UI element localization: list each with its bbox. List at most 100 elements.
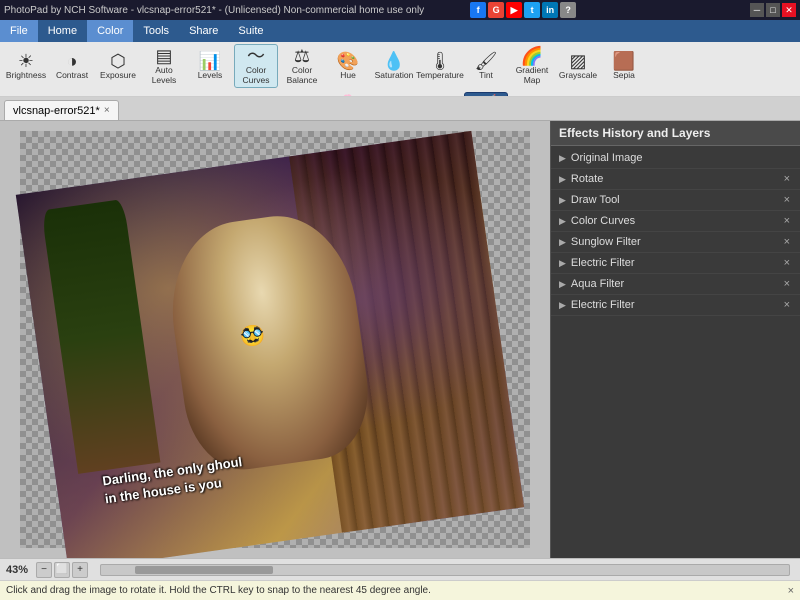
menu-tools[interactable]: Tools <box>133 20 179 42</box>
menu-bar: File Home Color Tools Share Suite <box>0 20 800 42</box>
effect-close-button[interactable]: × <box>782 257 792 269</box>
hint-close-button[interactable]: × <box>788 585 794 597</box>
help-icon[interactable]: ? <box>560 2 576 18</box>
effect-name: Sunglow Filter <box>571 236 782 248</box>
color-curves-label: Color Curves <box>237 66 275 85</box>
google-icon[interactable]: G <box>488 2 504 18</box>
zoom-reset-button[interactable]: ⬜ <box>54 562 70 578</box>
main-area: 🥸 Darling, the only ghoul in the house i… <box>0 121 800 558</box>
effect-name: Rotate <box>571 173 782 185</box>
zoom-out-button[interactable]: − <box>36 562 52 578</box>
gradient-map-button[interactable]: 🌈 Gradient Map <box>510 44 554 88</box>
effect-arrow-icon: ▶ <box>559 174 566 185</box>
window-controls: ─ □ ✕ <box>750 3 796 17</box>
effect-aqua-filter[interactable]: ▶ Aqua Filter × <box>551 274 800 295</box>
effect-arrow-icon: ▶ <box>559 237 566 248</box>
sepia-icon: 🟫 <box>613 52 635 70</box>
effect-name: Aqua Filter <box>571 278 782 290</box>
contrast-icon: ◑ <box>67 52 78 70</box>
color-curves-button[interactable]: 〜 Color Curves <box>234 44 278 88</box>
effect-arrow-icon: ▶ <box>559 195 566 206</box>
auto-levels-button[interactable]: ▤ Auto Levels <box>142 44 186 88</box>
grayscale-icon: ▨ <box>569 52 586 70</box>
toolbar: ☀ Brightness ◑ Contrast ⬡ Exposure ▤ Aut… <box>0 42 800 97</box>
effect-close-button[interactable]: × <box>782 194 792 206</box>
saturation-button[interactable]: 💧 Saturation <box>372 44 416 88</box>
effect-draw-tool[interactable]: ▶ Draw Tool × <box>551 190 800 211</box>
hue-label: Hue <box>340 71 356 80</box>
linkedin-icon[interactable]: in <box>542 2 558 18</box>
gradient-map-label: Gradient Map <box>513 66 551 85</box>
auto-levels-label: Auto Levels <box>145 66 183 85</box>
title-bar-text: PhotoPad by NCH Software - vlcsnap-error… <box>4 5 424 16</box>
brightness-button[interactable]: ☀ Brightness <box>4 44 48 88</box>
effects-list: ▶ Original Image ▶ Rotate × ▶ Draw Tool … <box>551 146 800 558</box>
tint-button[interactable]: 🖌 Tint <box>464 44 508 88</box>
image-tab[interactable]: vlcsnap-error521* × <box>4 100 119 120</box>
menu-color[interactable]: Color <box>87 20 133 42</box>
effect-sunglow-filter[interactable]: ▶ Sunglow Filter × <box>551 232 800 253</box>
horizontal-scrollbar[interactable] <box>100 564 790 576</box>
levels-label: Levels <box>198 71 223 80</box>
effect-rotate[interactable]: ▶ Rotate × <box>551 169 800 190</box>
close-button[interactable]: ✕ <box>782 3 796 17</box>
maximize-button[interactable]: □ <box>766 3 780 17</box>
color-balance-label: Color Balance <box>283 66 321 85</box>
auto-levels-icon: ▤ <box>155 47 172 65</box>
contrast-button[interactable]: ◑ Contrast <box>50 44 94 88</box>
facebook-icon[interactable]: f <box>470 2 486 18</box>
effect-electric-filter-2[interactable]: ▶ Electric Filter × <box>551 295 800 316</box>
zoom-level: 43% <box>6 564 28 576</box>
grayscale-button[interactable]: ▨ Grayscale <box>556 44 600 88</box>
menu-share[interactable]: Share <box>179 20 228 42</box>
hue-icon: 🎨 <box>337 52 359 70</box>
effect-close-button[interactable]: × <box>782 215 792 227</box>
effect-close-button[interactable]: × <box>782 173 792 185</box>
hint-bar: Click and drag the image to rotate it. H… <box>0 580 800 600</box>
menu-home[interactable]: Home <box>38 20 87 42</box>
effect-close-button[interactable]: × <box>782 299 792 311</box>
effect-arrow-icon: ▶ <box>559 300 566 311</box>
effect-arrow-icon: ▶ <box>559 153 566 164</box>
grayscale-label: Grayscale <box>559 71 597 80</box>
effect-electric-filter-1[interactable]: ▶ Electric Filter × <box>551 253 800 274</box>
effect-name: Original Image <box>571 152 792 164</box>
zoom-controls: − ⬜ + <box>36 562 88 578</box>
effect-original-image[interactable]: ▶ Original Image <box>551 148 800 169</box>
scrollbar-thumb[interactable] <box>135 566 273 574</box>
tab-close-button[interactable]: × <box>104 105 110 116</box>
tab-bar: vlcsnap-error521* × <box>0 97 800 121</box>
temperature-button[interactable]: 🌡 Temperature <box>418 44 462 88</box>
sepia-button[interactable]: 🟫 Sepia <box>602 44 646 88</box>
image-container[interactable]: 🥸 Darling, the only ghoul in the house i… <box>16 131 524 558</box>
effect-name: Electric Filter <box>571 299 782 311</box>
effect-close-button[interactable]: × <box>782 278 792 290</box>
panel-title: Effects History and Layers <box>551 121 800 146</box>
effect-arrow-icon: ▶ <box>559 258 566 269</box>
effect-name: Color Curves <box>571 215 782 227</box>
levels-button[interactable]: 📊 Levels <box>188 44 232 88</box>
image-display: 🥸 Darling, the only ghoul in the house i… <box>16 131 524 558</box>
menu-file[interactable]: File <box>0 20 38 42</box>
color-balance-button[interactable]: ⚖ Color Balance <box>280 44 324 88</box>
saturation-label: Saturation <box>375 71 414 80</box>
hue-button[interactable]: 🎨 Hue <box>326 44 370 88</box>
twitter-icon[interactable]: t <box>524 2 540 18</box>
image-mustache: 🥸 <box>238 321 266 349</box>
effect-close-button[interactable]: × <box>782 236 792 248</box>
effect-name: Electric Filter <box>571 257 782 269</box>
saturation-icon: 💧 <box>383 52 405 70</box>
minimize-button[interactable]: ─ <box>750 3 764 17</box>
effect-color-curves[interactable]: ▶ Color Curves × <box>551 211 800 232</box>
youtube-icon[interactable]: ▶ <box>506 2 522 18</box>
gradient-map-icon: 🌈 <box>521 47 543 65</box>
menu-suite[interactable]: Suite <box>228 20 273 42</box>
hint-text: Click and drag the image to rotate it. H… <box>6 585 431 596</box>
effect-arrow-icon: ▶ <box>559 279 566 290</box>
canvas-area[interactable]: 🥸 Darling, the only ghoul in the house i… <box>0 121 550 558</box>
exposure-button[interactable]: ⬡ Exposure <box>96 44 140 88</box>
social-bar: f G ▶ t in ? <box>470 0 576 20</box>
color-balance-icon: ⚖ <box>294 47 310 65</box>
tint-label: Tint <box>479 71 493 80</box>
zoom-in-button[interactable]: + <box>72 562 88 578</box>
